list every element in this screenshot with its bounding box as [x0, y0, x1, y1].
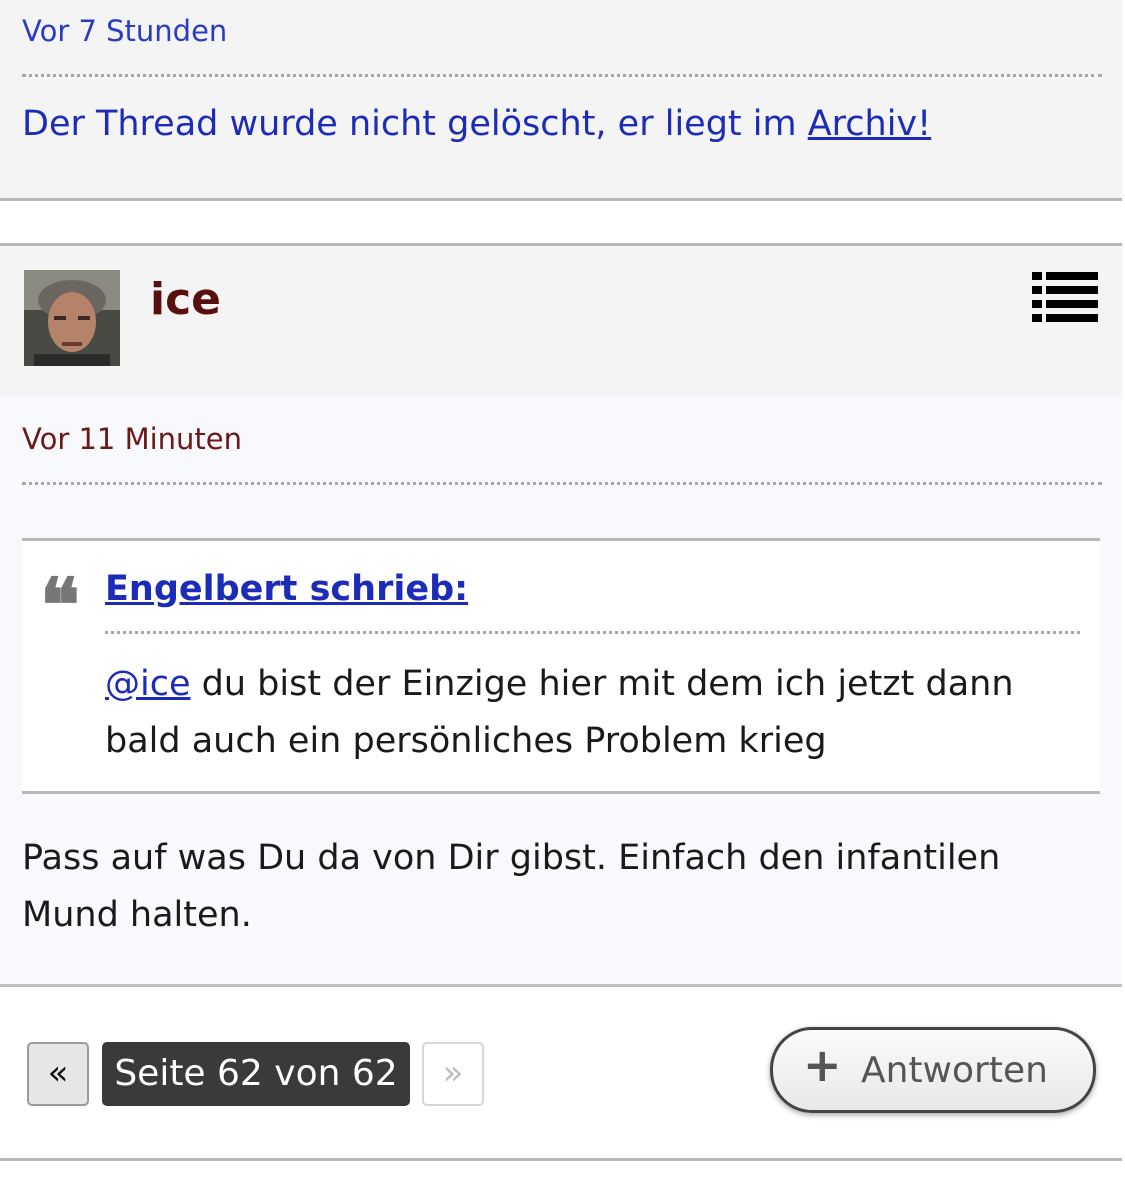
mention-link[interactable]: @ice [105, 664, 191, 704]
quote-message: du bist der Einzige hier mit dem ich jet… [105, 664, 1014, 761]
quote-text: @ice du bist der Einzige hier mit dem ic… [105, 656, 1065, 770]
username[interactable]: ice [150, 274, 221, 325]
post: ice Vor 11 Minuten ❝ Engelbert schrieb: [0, 243, 1122, 987]
previous-page-button[interactable]: « [27, 1042, 89, 1106]
post-header: ice [0, 246, 1122, 396]
divider [22, 74, 1102, 77]
quote-block: ❝ Engelbert schrieb: @ice du bist der Ei… [22, 538, 1100, 794]
archive-link[interactable]: Archiv! [808, 104, 931, 144]
avatar[interactable] [24, 270, 120, 366]
quote-icon: ❝ [40, 563, 80, 649]
avatar-image [24, 270, 120, 366]
previous-post-time: Vor 7 Stunden [22, 14, 228, 48]
current-page-indicator: Seite 62 von 62 [102, 1042, 410, 1106]
next-page-button[interactable]: » [422, 1042, 484, 1106]
reply-button-label: Antworten [861, 1050, 1048, 1091]
divider [105, 631, 1080, 634]
post-time: Vor 11 Minuten [22, 422, 243, 456]
divider [22, 482, 1102, 485]
pagination: « Seite 62 von 62 » + Antworten [0, 1022, 1125, 1132]
divider [0, 1158, 1122, 1161]
reply-button[interactable]: + Antworten [770, 1027, 1096, 1113]
forum-page: Vor 7 Stunden Der Thread wurde nicht gel… [0, 0, 1125, 1181]
previous-post-text: Der Thread wurde nicht gelöscht, er lieg… [22, 104, 931, 144]
list-icon[interactable] [1032, 272, 1098, 324]
quote-author-link[interactable]: Engelbert schrieb: [105, 569, 468, 609]
previous-post-message: Der Thread wurde nicht gelöscht, er lieg… [22, 104, 808, 144]
post-body: Pass auf was Du da von Dir gibst. Einfac… [22, 838, 1001, 935]
previous-post: Vor 7 Stunden Der Thread wurde nicht gel… [0, 0, 1122, 201]
plus-icon: + [803, 1038, 842, 1092]
